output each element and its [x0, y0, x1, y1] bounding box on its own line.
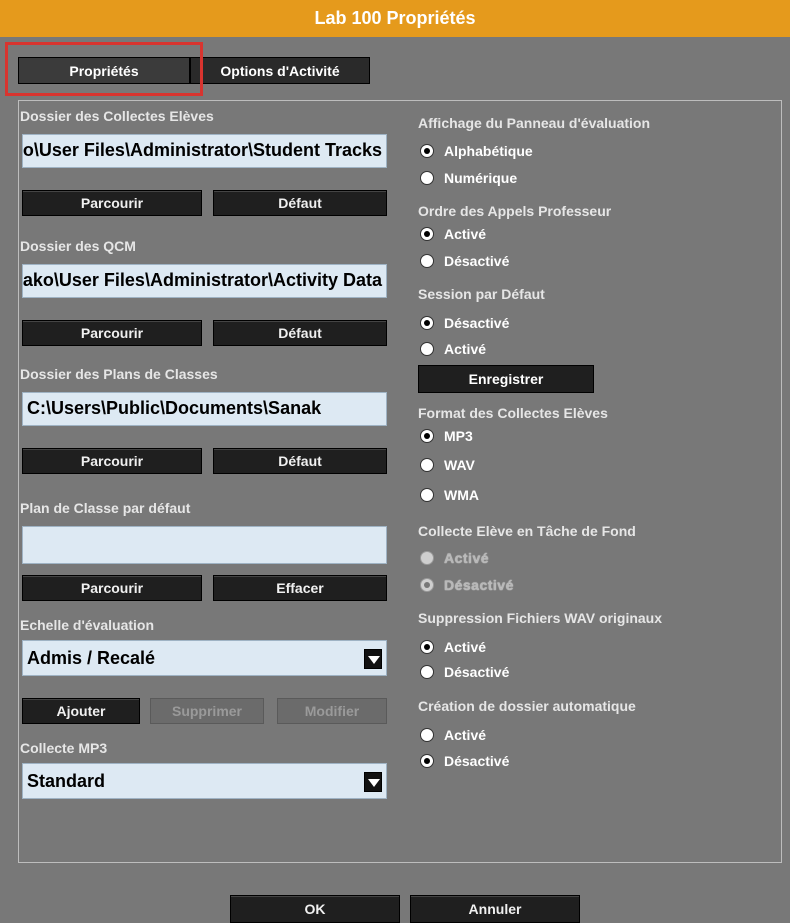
radio-checked-icon [420, 144, 434, 158]
radio-numerique[interactable]: Numérique [420, 170, 517, 186]
suppression-label: Suppression Fichiers WAV originaux [418, 610, 663, 626]
radio-fond-desactive[interactable]: Désactivé [420, 577, 514, 593]
plan-defaut-label: Plan de Classe par défaut [20, 500, 191, 516]
radio-label: Désactivé [444, 315, 510, 331]
radio-checked-icon [420, 316, 434, 330]
plan-defaut-field[interactable] [22, 526, 387, 564]
plans-default-button[interactable]: Défaut [213, 448, 387, 474]
radio-label: Désactivé [444, 577, 514, 593]
ordre-label: Ordre des Appels Professeur [418, 203, 612, 219]
radio-format-wma[interactable]: WMA [420, 487, 479, 503]
cancel-button[interactable]: Annuler [410, 895, 580, 923]
tab-highlight [5, 42, 203, 96]
radio-label: Activé [444, 341, 487, 357]
radio-creation-desactive[interactable]: Désactivé [420, 753, 509, 769]
radio-ordre-active[interactable]: Activé [420, 226, 486, 242]
radio-suppression-desactive[interactable]: Désactivé [420, 664, 509, 680]
radio-label: Activé [444, 226, 487, 242]
collectes-folder-field[interactable]: C:\Users\Public\Documents\Sanako\User Fi… [22, 134, 387, 168]
radio-format-wav[interactable]: WAV [420, 457, 475, 473]
radio-unchecked-icon [420, 458, 434, 472]
radio-unchecked-icon [420, 551, 434, 565]
radio-session-active[interactable]: Activé [420, 341, 486, 357]
radio-label: Numérique [444, 170, 518, 186]
plans-folder-field[interactable]: C:\Users\Public\Documents\Sanak [22, 392, 387, 426]
radio-format-mp3[interactable]: MP3 [420, 428, 473, 444]
chevron-down-icon[interactable] [364, 772, 382, 792]
collectes-label: Dossier des Collectes Elèves [20, 108, 214, 124]
radio-label: Activé [444, 550, 490, 566]
format-label: Format des Collectes Elèves [418, 405, 608, 421]
chevron-down-icon[interactable] [364, 649, 382, 669]
radio-checked-icon [420, 227, 434, 241]
collectes-default-button[interactable]: Défaut [213, 190, 387, 216]
plan-defaut-clear-button[interactable]: Effacer [213, 575, 387, 601]
plans-browse-button[interactable]: Parcourir [22, 448, 202, 474]
affichage-label: Affichage du Panneau d'évaluation [418, 115, 651, 131]
add-scale-button[interactable]: Ajouter [22, 698, 140, 724]
plan-defaut-browse-button[interactable]: Parcourir [22, 575, 202, 601]
qcm-label: Dossier des QCM [20, 238, 136, 254]
radio-suppression-active[interactable]: Activé [420, 639, 486, 655]
radio-session-desactive[interactable]: Désactivé [420, 315, 509, 331]
radio-label: MP3 [444, 428, 473, 444]
radio-label: Désactivé [444, 753, 510, 769]
plans-label: Dossier des Plans de Classes [20, 366, 218, 382]
collectes-folder-value: C:\Users\Public\Documents\Sanako\User Fi… [22, 140, 382, 160]
mp3-label: Collecte MP3 [20, 740, 108, 756]
window-title: Lab 100 Propriétés [0, 0, 790, 37]
ok-button[interactable]: OK [230, 895, 400, 923]
echelle-label: Echelle d'évaluation [20, 617, 155, 633]
collectes-browse-button[interactable]: Parcourir [22, 190, 202, 216]
fond-label: Collecte Elève en Tâche de Fond [418, 523, 636, 539]
qcm-folder-field[interactable]: C:\Users\Public\Documents\Sanako\User Fi… [22, 264, 387, 298]
radio-label: WMA [444, 487, 479, 503]
radio-label: Désactivé [444, 664, 510, 680]
edit-scale-button[interactable]: Modifier [277, 698, 387, 724]
delete-scale-button[interactable]: Supprimer [150, 698, 264, 724]
qcm-browse-button[interactable]: Parcourir [22, 320, 202, 346]
radio-unchecked-icon [420, 665, 434, 679]
radio-checked-icon [420, 754, 434, 768]
radio-ordre-desactive[interactable]: Désactivé [420, 253, 509, 269]
qcm-folder-value: C:\Users\Public\Documents\Sanako\User Fi… [22, 270, 382, 290]
echelle-select[interactable]: Admis / Recalé [22, 640, 387, 676]
radio-fond-active[interactable]: Activé [420, 550, 489, 566]
radio-creation-active[interactable]: Activé [420, 727, 486, 743]
mp3-selected: Standard [27, 771, 106, 791]
radio-label: Activé [444, 639, 487, 655]
creation-label: Création de dossier automatique [418, 698, 636, 714]
qcm-default-button[interactable]: Défaut [213, 320, 387, 346]
radio-unchecked-icon [420, 342, 434, 356]
save-session-button[interactable]: Enregistrer [418, 365, 594, 393]
radio-checked-icon [420, 640, 434, 654]
radio-unchecked-icon [420, 728, 434, 742]
radio-label: Alphabétique [444, 143, 533, 159]
radio-alphabetique[interactable]: Alphabétique [420, 143, 533, 159]
radio-unchecked-icon [420, 488, 434, 502]
radio-checked-icon [420, 429, 434, 443]
radio-unchecked-icon [420, 254, 434, 268]
tab-options-activite[interactable]: Options d'Activité [190, 57, 370, 84]
radio-label: WAV [444, 457, 475, 473]
radio-label: Activé [444, 727, 487, 743]
radio-checked-icon [420, 578, 434, 592]
session-label: Session par Défaut [418, 286, 545, 302]
echelle-selected: Admis / Recalé [27, 648, 156, 668]
radio-label: Désactivé [444, 253, 510, 269]
mp3-select[interactable]: Standard [22, 763, 387, 799]
radio-unchecked-icon [420, 171, 434, 185]
